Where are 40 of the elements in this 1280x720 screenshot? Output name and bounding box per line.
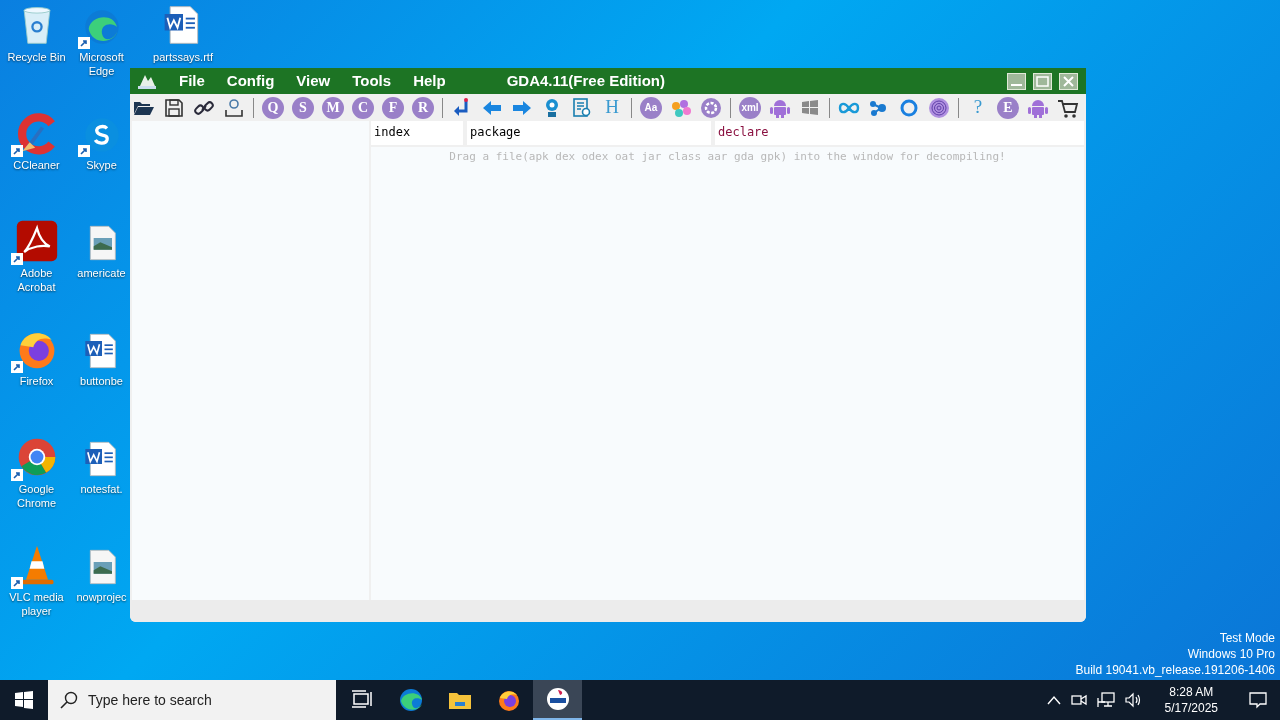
menu-item[interactable]: Help [402,69,457,93]
hint-text: Drag a file(apk dex odex oat jar class aar gda gpk) into the window for decompiling! [449,149,1006,163]
search-field[interactable]: Type here to search [48,680,336,720]
system-info-text: Test Mode [1219,630,1275,646]
menu-item[interactable]: View [285,69,342,93]
toolbar-button[interactable]: C [352,96,374,119]
menu-item[interactable]: Config [215,69,286,93]
toolbar-button[interactable]: M [322,96,344,119]
desktop-icon-label[interactable]: Google Chrome [0,482,73,510]
desktop-icon-label[interactable]: Recycle Bin [6,50,67,64]
column-header[interactable]: declare [715,121,1084,145]
toolbar-button[interactable]: ? [967,96,989,119]
desktop-icon-label[interactable]: Microsoft Edge [73,50,130,78]
toolbar-button[interactable]: F [382,96,404,119]
desktop-icon-label[interactable]: VLC media player [0,590,73,618]
desktop-icon-label[interactable]: partssays.rtf [152,50,214,64]
desktop-icon-label[interactable]: notesfat. [80,482,123,496]
desktop-icon-label[interactable]: CCleaner [12,158,61,172]
system-info-text: Build 19041.vb_release.191206-1406 [1075,662,1275,678]
clock-time[interactable]: 8:28 AM [1169,684,1214,700]
toolbar-button[interactable]: S [292,96,314,119]
column-header[interactable]: package [467,121,711,145]
desktop-icon-label[interactable]: buttonbe [80,374,123,388]
desktop-icon-label[interactable]: Skype [86,158,117,172]
desktop-icon-label[interactable]: Firefox [18,374,55,388]
toolbar-button[interactable]: R [412,96,434,119]
desktop-icon-label[interactable]: nowprojec [76,590,127,604]
toolbar-button[interactable]: xml [739,96,761,119]
toolbar-button[interactable]: E [997,96,1019,119]
clock-date[interactable]: 5/17/2025 [1164,700,1218,716]
menu-item[interactable]: Tools [341,69,403,93]
window-title: GDA4.11(Free Edition) [506,70,666,91]
menu-item[interactable]: File [168,69,216,93]
system-info-text: Windows 10 Pro [1187,646,1275,662]
column-header[interactable]: index [371,121,463,145]
desktop-icon-label[interactable]: americate [77,266,126,280]
desktop-icon-label[interactable]: Adobe Acrobat [0,266,73,294]
toolbar-button[interactable]: Q [262,96,284,119]
toolbar-button[interactable]: H [601,96,623,119]
toolbar-button[interactable]: Aa [640,96,662,119]
